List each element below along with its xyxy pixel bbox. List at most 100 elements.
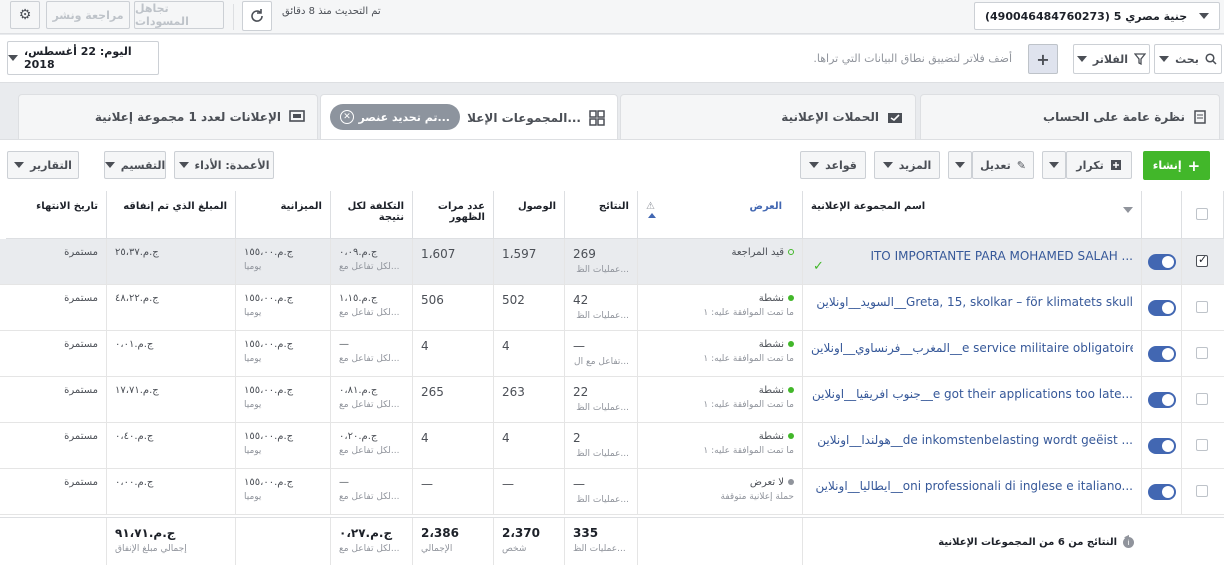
filters-button[interactable]: الفلاتر: [1073, 44, 1150, 74]
summary-reach: 2،370 شخص: [494, 518, 565, 565]
chevron-down-icon: [1049, 162, 1059, 168]
ad-set-name-link[interactable]: جنوب افريقيا__اونلاين__e got their appli…: [811, 387, 1133, 401]
summary-spent: ج.م.٩١،٧١ إجمالي مبلغ الإنفاق: [107, 518, 236, 565]
ad-set-name-link[interactable]: المغرب__فرنساوي__اونلاين__e service mili…: [811, 341, 1133, 355]
edit-button[interactable]: تعديل ✎: [972, 151, 1034, 179]
settings-button[interactable]: ⚙: [10, 1, 40, 29]
row-results-value: 22: [573, 385, 589, 399]
columns-button[interactable]: الأعمدة: الأداء: [174, 151, 274, 179]
edit-dropdown[interactable]: [948, 151, 972, 179]
reports-button[interactable]: التقارير: [7, 151, 79, 179]
header-budget[interactable]: الميزانية: [236, 191, 331, 239]
row-toggle[interactable]: [1148, 438, 1176, 454]
summary-impressions-value: 2،386: [421, 526, 459, 540]
rules-button[interactable]: قواعد: [800, 151, 866, 179]
header-impressions[interactable]: عدد مرات الظهور: [413, 191, 494, 239]
ad-set-name-link[interactable]: السويد__اونلاين__Greta, 15, skolkar – fö…: [811, 295, 1133, 309]
header-name[interactable]: اسم المجموعة الإعلانية: [803, 191, 1142, 239]
add-filter-button[interactable]: +: [1028, 44, 1058, 74]
header-delivery[interactable]: ⚠ العرض: [638, 191, 803, 239]
review-publish-button[interactable]: مراجعة ونشر: [46, 1, 130, 29]
chevron-down-icon: [14, 162, 25, 168]
table-row[interactable]: المغرب__فرنساوي__اونلاين__e service mili…: [0, 331, 1224, 377]
row-end-cell: مستمرة: [6, 285, 107, 331]
row-toggle[interactable]: [1148, 484, 1176, 500]
chevron-down-icon[interactable]: [1123, 207, 1133, 213]
row-toggle[interactable]: [1148, 392, 1176, 408]
tab-label: الإعلانات لعدد 1 مجموعة إعلانية: [94, 110, 281, 124]
row-end-cell: مستمرة: [6, 239, 107, 285]
header-spent[interactable]: المبلغ الذي تم إنفاقه: [107, 191, 236, 239]
row-cost-value: ج.م.١،١٥: [339, 293, 378, 304]
date-picker[interactable]: اليوم: 22 أغسطس، 2018: [7, 41, 159, 75]
row-impressions-cell: —: [413, 469, 494, 515]
tabs-bar: نظرة عامة على الحساب الحملات الإعلانية ا…: [0, 84, 1224, 140]
row-checkbox[interactable]: ✓: [1196, 253, 1208, 267]
divider: [233, 4, 234, 30]
row-spent-value: ج.م.٠،٤٠: [115, 431, 154, 442]
summary-delivery: [638, 518, 803, 565]
table-row[interactable]: هولندا__اونلاين__de inkomstenbelasting w…: [0, 423, 1224, 469]
tab-campaigns[interactable]: الحملات الإعلانية: [620, 94, 916, 139]
reports-label: التقارير: [30, 158, 72, 172]
header-results[interactable]: النتائج: [565, 191, 638, 239]
row-checkbox[interactable]: [1196, 301, 1208, 313]
row-budget-value: ج.م.١٥٥،٠٠: [244, 431, 294, 442]
row-toggle-cell: [1142, 469, 1182, 515]
refresh-button[interactable]: [242, 1, 272, 31]
header-cost[interactable]: التكلفة لكل نتيجة: [331, 191, 413, 239]
row-budget-value: ج.م.١٥٥،٠٠: [244, 247, 294, 258]
account-selector[interactable]: جنية مصري 5 (490046484760273): [974, 2, 1220, 30]
row-checkbox[interactable]: [1196, 485, 1208, 497]
row-checkbox[interactable]: [1196, 439, 1208, 451]
row-checkbox[interactable]: [1196, 393, 1208, 405]
row-cost-cell: ج.م.١،١٥ لكل تفاعل مع...: [331, 285, 413, 331]
header-reach[interactable]: الوصول: [494, 191, 565, 239]
row-results-cell: 42 عمليات الظ...: [565, 285, 638, 331]
table-row[interactable]: ايطاليا__اونلاين__oni professionali di i…: [0, 469, 1224, 515]
row-toggle[interactable]: [1148, 346, 1176, 362]
delivery-status: لا تعرض: [646, 477, 794, 488]
row-cost-sub: لكل تفاعل مع...: [339, 354, 400, 364]
ad-set-name-link[interactable]: ايطاليا__اونلاين__oni professionali di i…: [811, 479, 1133, 493]
close-icon[interactable]: ✕: [340, 110, 354, 124]
duplicate-button[interactable]: تكرار: [1066, 151, 1132, 179]
search-button[interactable]: بحث: [1154, 44, 1222, 74]
row-checkbox[interactable]: [1196, 347, 1208, 359]
table-row[interactable]: ✓ ITO IMPORTANTE PARA MOHAMED SALAH ... …: [0, 239, 1224, 285]
delivery-status-sub: ما تمت الموافقة عليه: ١: [703, 400, 794, 410]
ad-set-name-link[interactable]: هولندا__اونلاين__de inkomstenbelasting w…: [811, 433, 1133, 447]
account-name: جنية مصري 5 (490046484760273): [985, 9, 1188, 23]
row-name-cell: المغرب__فرنساوي__اونلاين__e service mili…: [803, 331, 1142, 377]
filter-input[interactable]: أضف فلاتر لتضييق نطاق البيانات التي تراه…: [700, 52, 1012, 65]
header-delivery-label: العرض: [749, 201, 783, 212]
expand-summary-icon[interactable]: ◂: [1124, 532, 1129, 543]
ignore-drafts-button[interactable]: تجاهل المسودات: [134, 1, 224, 29]
more-button[interactable]: المزيد: [874, 151, 940, 179]
duplicate-dropdown[interactable]: [1042, 151, 1066, 179]
row-toggle[interactable]: [1148, 300, 1176, 316]
row-results-value: 269: [573, 247, 596, 261]
tab-ads[interactable]: الإعلانات لعدد 1 مجموعة إعلانية: [18, 94, 318, 139]
row-toggle[interactable]: [1148, 254, 1176, 270]
row-budget-cell: ج.م.١٥٥،٠٠ يومياً: [236, 239, 331, 285]
delivery-status-label: لا تعرض: [749, 477, 784, 488]
breakdown-button[interactable]: التقسيم: [104, 151, 166, 179]
table-row[interactable]: جنوب افريقيا__اونلاين__e got their appli…: [0, 377, 1224, 423]
table-row[interactable]: السويد__اونلاين__Greta, 15, skolkar – fö…: [0, 285, 1224, 331]
header-end[interactable]: تاريخ الانتهاء: [6, 191, 107, 239]
chevron-down-icon: [1159, 56, 1170, 62]
tab-account-overview[interactable]: نظرة عامة على الحساب: [920, 94, 1220, 139]
selected-chip[interactable]: ✕ تم تحديد عنصر...: [330, 104, 460, 130]
row-delivery-cell: نشطة ما تمت الموافقة عليه: ١: [638, 331, 803, 377]
status-dot-icon: [788, 433, 794, 439]
ad-set-name-link[interactable]: ITO IMPORTANTE PARA MOHAMED SALAH ...: [811, 249, 1133, 263]
search-label: بحث: [1175, 52, 1199, 66]
row-budget-value: ج.م.١٥٥،٠٠: [244, 385, 294, 396]
header-name-label: اسم المجموعة الإعلانية: [811, 201, 926, 212]
create-button[interactable]: إنشاء +: [1143, 151, 1210, 180]
filter-icon: [1134, 53, 1147, 65]
row-toggle-cell: [1142, 377, 1182, 423]
row-end-value: مستمرة: [64, 339, 98, 350]
select-all-checkbox[interactable]: [1196, 208, 1208, 220]
